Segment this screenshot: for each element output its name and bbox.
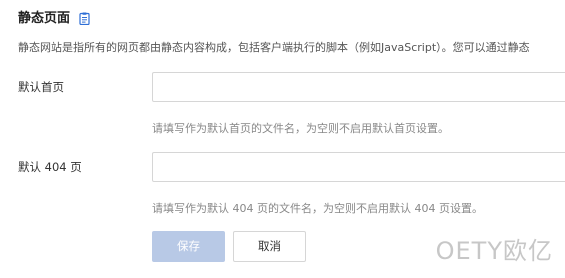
watermark-logo: OETY欧亿	[435, 237, 553, 265]
section-title: 静态页面	[18, 11, 71, 26]
index-page-label: 默认首页	[18, 80, 64, 94]
index-page-input[interactable]	[152, 72, 565, 102]
static-page-settings: 静态页面 静态网站是指所有的网页都由静态内容构成，包括客户端执行的脚本（例如Ja…	[0, 0, 565, 278]
not-found-page-label: 默认 404 页	[18, 160, 82, 174]
save-button[interactable]: 保存	[152, 231, 225, 262]
document-icon[interactable]	[79, 12, 90, 25]
cancel-button[interactable]: 取消	[233, 231, 306, 262]
not-found-page-help: 请填写作为默认 404 页的文件名，为空则不启用默认 404 页设置。	[152, 202, 483, 215]
index-page-help: 请填写作为默认首页的文件名，为空则不启用默认首页设置。	[152, 122, 449, 135]
not-found-page-input[interactable]	[152, 152, 565, 182]
section-description: 静态网站是指所有的网页都由静态内容构成，包括客户端执行的脚本（例如JavaScr…	[18, 41, 530, 54]
